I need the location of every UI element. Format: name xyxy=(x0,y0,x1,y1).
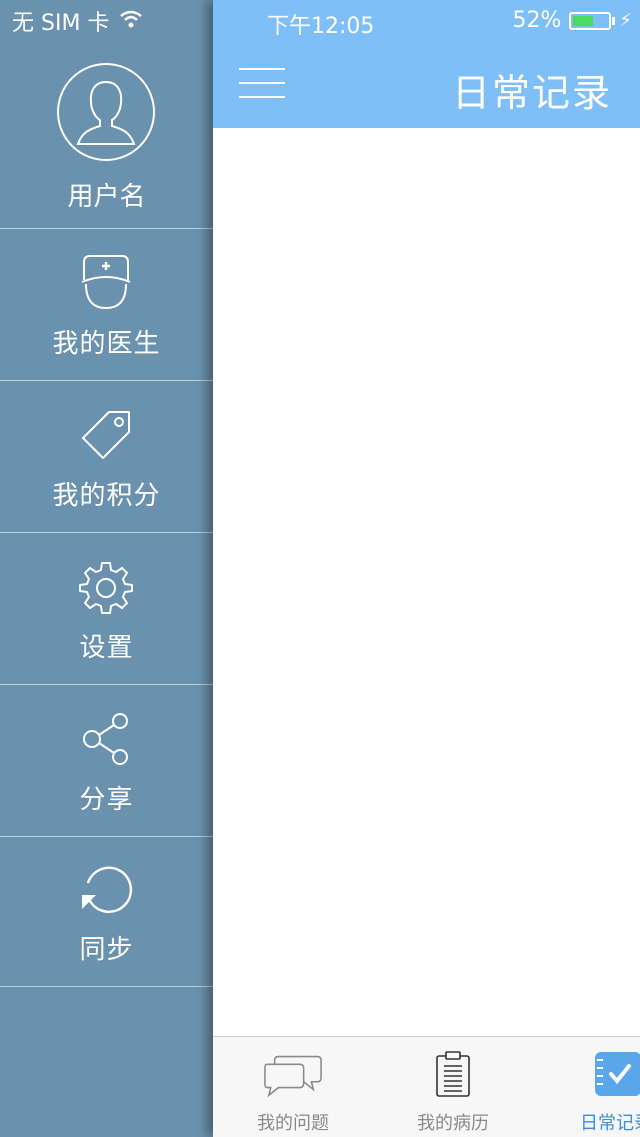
tab-label: 我的问题 xyxy=(257,1113,329,1134)
user-profile[interactable]: 用户名 xyxy=(0,0,213,229)
sidebar-item-label: 同步 xyxy=(79,935,134,965)
content-area xyxy=(213,128,640,1036)
main-panel: 下午12:05 52% ⚡ 日常记录 我的问题 我的病历 日常记 xyxy=(213,0,640,1137)
status-time: 下午12:05 xyxy=(267,14,375,39)
tag-icon xyxy=(76,405,136,465)
checked-notebook-icon xyxy=(587,1049,640,1099)
battery-icon xyxy=(569,11,612,30)
chat-bubbles-icon xyxy=(263,1049,323,1099)
clipboard-icon xyxy=(423,1049,483,1099)
tab-label: 日常记录 xyxy=(580,1113,640,1134)
nav-header: 下午12:05 52% ⚡ 日常记录 xyxy=(213,0,640,128)
tab-daily-log[interactable]: 日常记录 xyxy=(533,1037,640,1137)
sidebar: 无 SIM 卡 用户名 我的医生 我的积分 设置 分享 同步 xyxy=(0,0,213,1136)
sidebar-item-label: 分享 xyxy=(79,785,134,815)
share-icon xyxy=(76,709,136,769)
gear-icon xyxy=(76,557,136,617)
sidebar-item-sync[interactable]: 同步 xyxy=(0,835,213,987)
sidebar-item-settings[interactable]: 设置 xyxy=(0,533,213,685)
sidebar-item-my-doctor[interactable]: 我的医生 xyxy=(0,229,213,381)
sidebar-item-label: 我的医生 xyxy=(52,329,161,359)
username-label: 用户名 xyxy=(67,182,146,212)
page-title: 日常记录 xyxy=(451,71,612,115)
sidebar-item-share[interactable]: 分享 xyxy=(0,685,213,837)
sidebar-item-label: 我的积分 xyxy=(52,481,161,511)
tab-my-records[interactable]: 我的病历 xyxy=(373,1037,533,1137)
tab-my-questions[interactable]: 我的问题 xyxy=(213,1037,373,1137)
user-avatar-icon xyxy=(56,62,156,162)
refresh-icon xyxy=(76,859,136,919)
tab-bar: 我的问题 我的病历 日常记 xyxy=(213,1036,640,1137)
charging-icon: ⚡ xyxy=(619,10,632,31)
doctor-icon xyxy=(76,253,136,313)
sidebar-item-label: 设置 xyxy=(79,633,134,663)
hamburger-icon[interactable] xyxy=(239,66,285,100)
tab-label: 我的病历 xyxy=(417,1113,489,1134)
status-battery: 52% ⚡ xyxy=(512,8,632,33)
sidebar-item-my-points[interactable]: 我的积分 xyxy=(0,381,213,533)
battery-percent: 52% xyxy=(512,8,562,33)
